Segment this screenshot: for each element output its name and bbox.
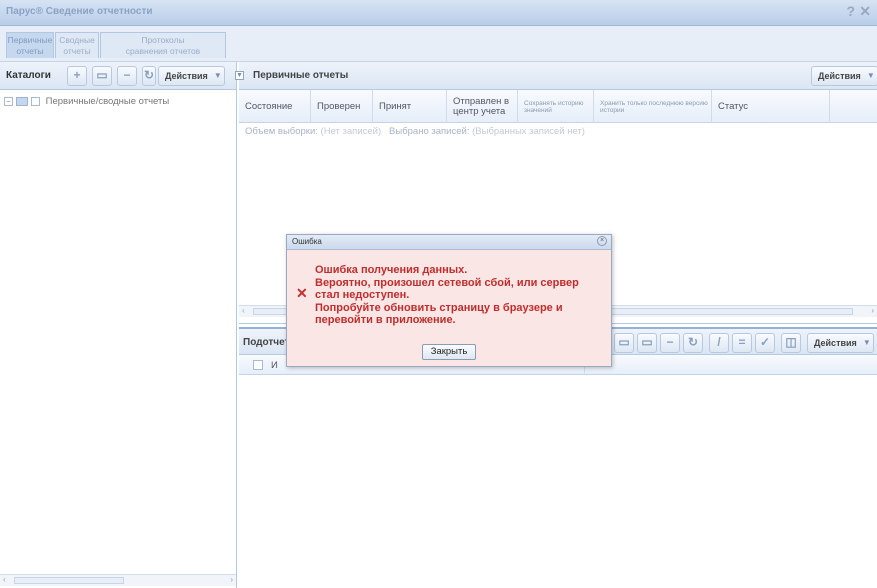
error-dialog: Ошибка × ✕ Ошибка получения данных. Веро… xyxy=(286,234,612,367)
tab-label-line2: отчеты xyxy=(16,46,44,56)
catalogs-title: Каталоги xyxy=(6,70,51,81)
selection-info: Объем выборки: (Нет записей) Выбрано зап… xyxy=(245,126,585,137)
column-header[interactable]: Проверен xyxy=(311,90,373,123)
remove-icon[interactable]: − xyxy=(117,66,137,86)
chevron-down-icon: ▼ xyxy=(862,338,871,347)
selected-value: (Выбранных записей нет) xyxy=(472,126,585,137)
dialog-header: Ошибка × xyxy=(287,235,611,250)
primary-actions-label: Действия xyxy=(818,71,861,81)
primary-reports-header: ▼ Первичные отчеты Действия ▼ xyxy=(235,62,877,90)
scroll-left-icon[interactable]: ‹ xyxy=(242,306,245,315)
document-icon[interactable]: ▭ xyxy=(614,333,634,353)
chevron-down-icon: ▼ xyxy=(866,71,875,80)
primary-actions-button[interactable]: Действия ▼ xyxy=(811,66,877,86)
error-message: Ошибка получения данных. Вероятно, произ… xyxy=(315,264,605,327)
tab-label-line2: отчеты xyxy=(63,46,91,56)
refresh-icon[interactable]: ↻ xyxy=(683,333,703,353)
scroll-right-icon[interactable]: › xyxy=(871,306,874,315)
catalog-horizontal-scrollbar[interactable]: ‹ › xyxy=(0,574,236,586)
error-message-line: Ошибка получения данных. xyxy=(315,264,468,276)
tab-summary-reports[interactable]: Сводные отчеты xyxy=(55,32,99,58)
tab-label-line1: Сводные xyxy=(59,35,95,45)
scrollbar-thumb[interactable] xyxy=(14,577,124,584)
column-header[interactable]: Сохранять историю значений xyxy=(518,90,594,123)
column-header[interactable]: Состояние xyxy=(239,90,311,123)
error-message-line: Вероятно, произошел сетевой сбой, или се… xyxy=(315,276,579,289)
tree-toggle-icon[interactable]: − xyxy=(4,96,13,106)
copy-icon[interactable]: ▭ xyxy=(637,333,657,353)
dialog-close-icon[interactable]: × xyxy=(597,236,607,246)
error-message-line: стал недоступен. xyxy=(315,289,410,301)
catalogs-toolbar: Каталоги + ▭ − ↻ Действия ▼ xyxy=(0,62,236,90)
catalogs-actions-button[interactable]: Действия ▼ xyxy=(158,66,225,86)
check-icon[interactable]: ✓ xyxy=(755,333,775,353)
subreports-title: Подотчет xyxy=(243,337,290,348)
tab-label-line1: Первичные xyxy=(7,35,53,45)
column-header[interactable]: Статус xyxy=(712,90,830,123)
primary-reports-title: Первичные отчеты xyxy=(253,70,349,81)
close-icon[interactable]: ✕ xyxy=(859,3,871,20)
catalogs-panel: Каталоги + ▭ − ↻ Действия ▼ − Первичные/… xyxy=(0,62,237,588)
remove-icon[interactable]: − xyxy=(660,333,680,353)
filter-icon[interactable]: ▼ xyxy=(235,71,244,80)
column-header[interactable]: Отправлен в центр учета xyxy=(447,90,518,123)
tab-comparison-protocols[interactable]: Протоколы сравнения отчетов xyxy=(100,32,226,58)
chevron-down-icon: ▼ xyxy=(213,71,222,80)
refresh-icon[interactable]: ↻ xyxy=(142,66,156,86)
edit-icon[interactable]: ▭ xyxy=(92,66,112,86)
tree-root-label[interactable]: Первичные/сводные отчеты xyxy=(46,96,170,107)
column-header[interactable]: Хранить только последнюю версию истории xyxy=(594,90,712,123)
dialog-title: Ошибка xyxy=(292,237,322,246)
tab-label-line2: сравнения отчетов xyxy=(125,46,201,56)
add-icon[interactable]: + xyxy=(67,66,87,86)
subreports-actions-label: Действия xyxy=(814,338,857,348)
error-message-line: Попробуйте обновить страницу в браузере … xyxy=(315,301,563,314)
tab-label-line1: Протоколы xyxy=(141,35,185,45)
count-value: (Нет записей) xyxy=(320,126,382,137)
folder-icon xyxy=(16,96,28,106)
close-dialog-button[interactable]: Закрыть xyxy=(422,344,476,360)
export-icon[interactable]: ◫ xyxy=(781,333,801,353)
count-label: Объем выборки: xyxy=(245,126,318,137)
error-icon: ✕ xyxy=(296,285,308,301)
help-icon[interactable]: ? xyxy=(846,3,855,19)
catalogs-actions-label: Действия xyxy=(165,71,208,81)
catalog-tree: − Первичные/сводные отчеты xyxy=(4,96,169,107)
primary-columns: Состояние Проверен Принят Отправлен в це… xyxy=(239,90,877,123)
subreports-actions-button[interactable]: Действия ▼ xyxy=(807,333,874,353)
top-tab-bar: Первичные отчеты Сводные отчеты Протокол… xyxy=(0,26,877,62)
column-header[interactable]: Принят xyxy=(373,90,447,123)
select-all-checkbox[interactable] xyxy=(253,360,263,370)
scroll-left-icon[interactable]: ‹ xyxy=(3,575,6,584)
title-bar: Парус® Сведение отчетности ? ✕ xyxy=(0,0,877,26)
window-title: Парус® Сведение отчетности xyxy=(6,6,153,17)
selected-label: Выбрано записей: xyxy=(389,126,470,137)
scroll-right-icon[interactable]: › xyxy=(230,575,233,584)
tab-primary-reports[interactable]: Первичные отчеты xyxy=(6,32,54,58)
tree-checkbox[interactable] xyxy=(31,96,40,106)
edit-pencil-icon[interactable]: / xyxy=(709,333,729,353)
column-header[interactable]: И xyxy=(271,360,278,371)
error-message-line: перевойти в приложение. xyxy=(315,314,456,326)
equals-icon[interactable]: = xyxy=(732,333,752,353)
